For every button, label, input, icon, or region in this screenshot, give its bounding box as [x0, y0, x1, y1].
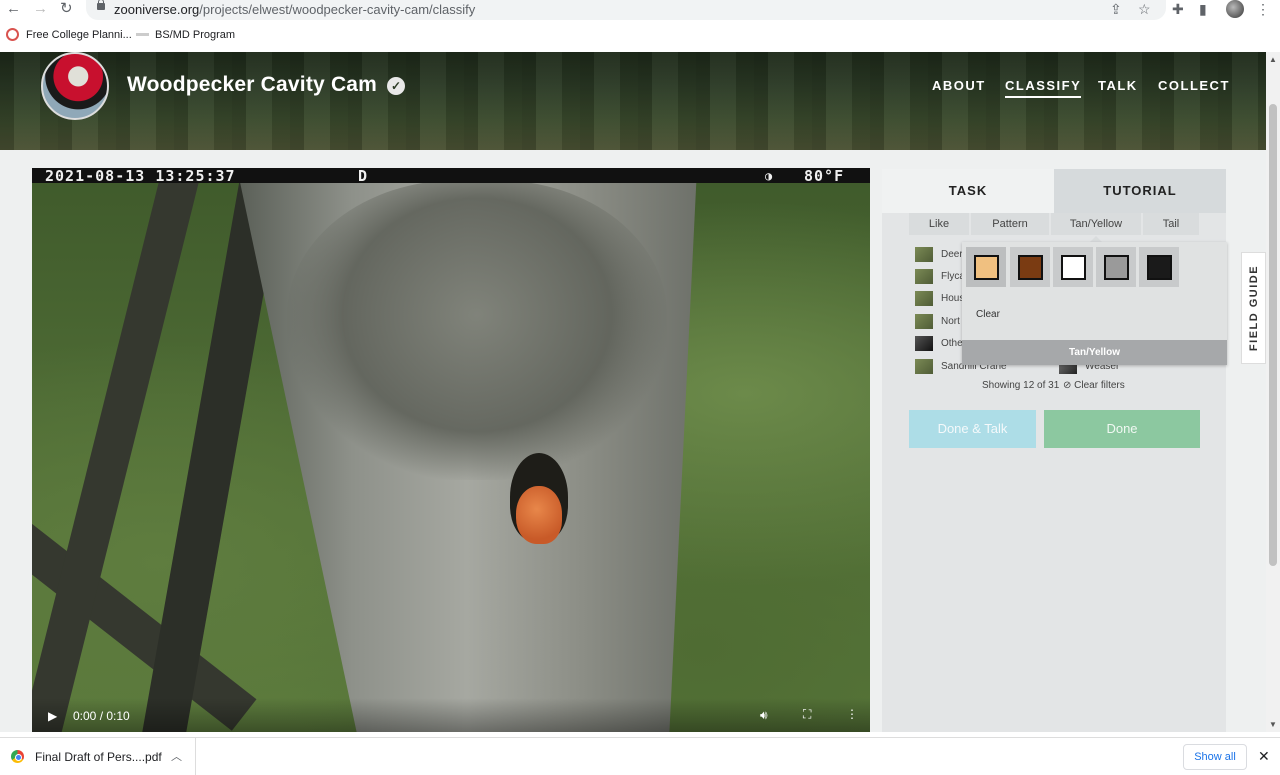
- forward-icon[interactable]: →: [33, 1, 48, 17]
- extensions-icon[interactable]: ✚: [1172, 1, 1184, 17]
- clear-filters-link[interactable]: ⊘ Clear filters: [1063, 380, 1125, 391]
- browser-toolbar: ← → ↻ zooniverse.org/projects/elwest/woo…: [0, 0, 1280, 20]
- nav-classify[interactable]: CLASSIFY: [1005, 78, 1082, 98]
- done-and-talk-button[interactable]: Done & Talk: [909, 410, 1036, 448]
- swatch-color: [1061, 255, 1086, 280]
- video-frame: [32, 168, 870, 732]
- url-text[interactable]: zooniverse.org/projects/elwest/woodpecke…: [114, 2, 475, 17]
- video-controls: ▶ 0:00 / 0:10 🔊︎ ⛶ ⋮: [32, 698, 870, 732]
- filter-tan-yellow[interactable]: Tan/Yellow: [1051, 213, 1141, 242]
- bookmarks-bar: Free College Planni... BS/MD Program: [0, 25, 1280, 47]
- video-time: 0:00 / 0:10: [73, 709, 130, 723]
- star-icon[interactable]: ☆: [1138, 1, 1151, 17]
- camera-overlay: 2021-08-13 13:25:37 D ◑ 80°F: [32, 168, 870, 185]
- clear-filters-icon: ⊘: [1063, 380, 1072, 391]
- choice-label: Deer: [941, 249, 963, 260]
- project-header: Woodpecker Cavity Cam ✓ ABOUT CLASSIFY T…: [0, 52, 1266, 150]
- scrollbar[interactable]: ▲ ▼: [1266, 52, 1280, 732]
- showing-count: Showing 12 of 31: [982, 380, 1060, 391]
- more-options-icon[interactable]: ⋮: [846, 707, 858, 721]
- scroll-up-icon[interactable]: ▲: [1269, 55, 1277, 64]
- moon-icon: ◑: [765, 169, 774, 183]
- done-button[interactable]: Done: [1044, 410, 1200, 448]
- volume-icon[interactable]: 🔊︎: [760, 708, 768, 723]
- bookmark-favicon-icon: [136, 33, 149, 36]
- swatch-gray[interactable]: [1096, 247, 1136, 287]
- fullscreen-icon[interactable]: ⛶: [803, 707, 811, 722]
- tab-task[interactable]: TASK: [882, 169, 1054, 213]
- swatch-tan[interactable]: [966, 247, 1006, 287]
- bookmark-favicon-icon: [6, 28, 19, 41]
- filter-pattern[interactable]: Pattern: [971, 213, 1049, 235]
- project-title[interactable]: Woodpecker Cavity Cam: [127, 73, 377, 97]
- tab-tutorial[interactable]: TUTORIAL: [1054, 169, 1226, 213]
- swatch-color: [974, 255, 999, 280]
- chrome-icon: [11, 750, 24, 763]
- field-guide-label: FIELD GUIDE: [1247, 264, 1260, 352]
- url-host: zooniverse.org: [114, 2, 200, 17]
- verified-badge-icon: ✓: [387, 77, 405, 95]
- popup-clear-button[interactable]: Clear: [976, 309, 1000, 320]
- task-tabs: TASK TUTORIAL: [882, 169, 1226, 213]
- share-icon[interactable]: ⇪: [1110, 1, 1122, 17]
- profile-avatar[interactable]: [1226, 0, 1244, 18]
- woodpecker-chick: [516, 486, 562, 544]
- choice-label: Nort: [941, 316, 960, 327]
- choice-thumbnail: [915, 247, 933, 262]
- field-guide-tab[interactable]: FIELD GUIDE: [1241, 252, 1266, 364]
- reload-icon[interactable]: ↻: [60, 1, 73, 17]
- download-bar: Final Draft of Pers....pdf ︿ Show all ✕: [0, 737, 1280, 775]
- swatch-color: [1147, 255, 1172, 280]
- nav-talk[interactable]: TALK: [1098, 78, 1138, 93]
- choice-label: Othe: [941, 338, 963, 349]
- close-icon[interactable]: ✕: [1258, 748, 1270, 765]
- play-icon[interactable]: ▶: [48, 709, 57, 723]
- characteristic-filters: Like Pattern Tan/Yellow Tail: [909, 213, 1199, 242]
- sidepanel-icon[interactable]: ▮: [1199, 1, 1207, 17]
- swatch-black[interactable]: [1139, 247, 1179, 287]
- swatch-color: [1018, 255, 1043, 280]
- download-item[interactable]: Final Draft of Pers....pdf ︿: [0, 738, 196, 775]
- choice-thumbnail: [915, 314, 933, 329]
- url-path: /projects/elwest/woodpecker-cavity-cam/c…: [199, 2, 476, 17]
- nav-about[interactable]: ABOUT: [932, 78, 986, 93]
- back-icon[interactable]: ←: [6, 1, 21, 17]
- swatch-color: [1104, 255, 1129, 280]
- choice-thumbnail: [915, 359, 933, 374]
- popup-footer-label: Tan/Yellow: [962, 340, 1227, 365]
- menu-icon[interactable]: ⋮: [1256, 1, 1270, 17]
- swatch-white[interactable]: [1053, 247, 1093, 287]
- camera-mode: D: [358, 168, 369, 185]
- choice-label: Hous: [941, 293, 965, 304]
- camera-temperature: 80°F: [804, 168, 845, 185]
- swatch-brown[interactable]: [1010, 247, 1050, 287]
- clear-filters-label: Clear filters: [1074, 380, 1125, 391]
- chevron-up-icon[interactable]: ︿: [171, 748, 182, 764]
- choice-thumbnail: [915, 269, 933, 284]
- scroll-thumb[interactable]: [1269, 104, 1277, 566]
- bookmark-bsmd[interactable]: BS/MD Program: [155, 29, 235, 41]
- filter-like[interactable]: Like: [909, 213, 969, 235]
- nav-collect[interactable]: COLLECT: [1158, 78, 1230, 93]
- download-filename: Final Draft of Pers....pdf: [35, 750, 162, 764]
- color-filter-popup: Clear Tan/Yellow: [962, 242, 1227, 365]
- choice-thumbnail: [915, 291, 933, 306]
- scroll-down-icon[interactable]: ▼: [1269, 720, 1277, 729]
- tree-bark: [287, 180, 667, 480]
- bookmark-free-college[interactable]: Free College Planni...: [26, 29, 132, 41]
- choice-thumbnail: [915, 336, 933, 351]
- camera-timestamp: 2021-08-13 13:25:37: [45, 168, 236, 185]
- lock-icon[interactable]: [97, 0, 105, 10]
- show-all-button[interactable]: Show all: [1183, 744, 1247, 770]
- filter-tail[interactable]: Tail: [1143, 213, 1199, 235]
- project-avatar[interactable]: [41, 52, 109, 120]
- subject-video[interactable]: 2021-08-13 13:25:37 D ◑ 80°F ▶ 0:00 / 0:…: [32, 168, 870, 732]
